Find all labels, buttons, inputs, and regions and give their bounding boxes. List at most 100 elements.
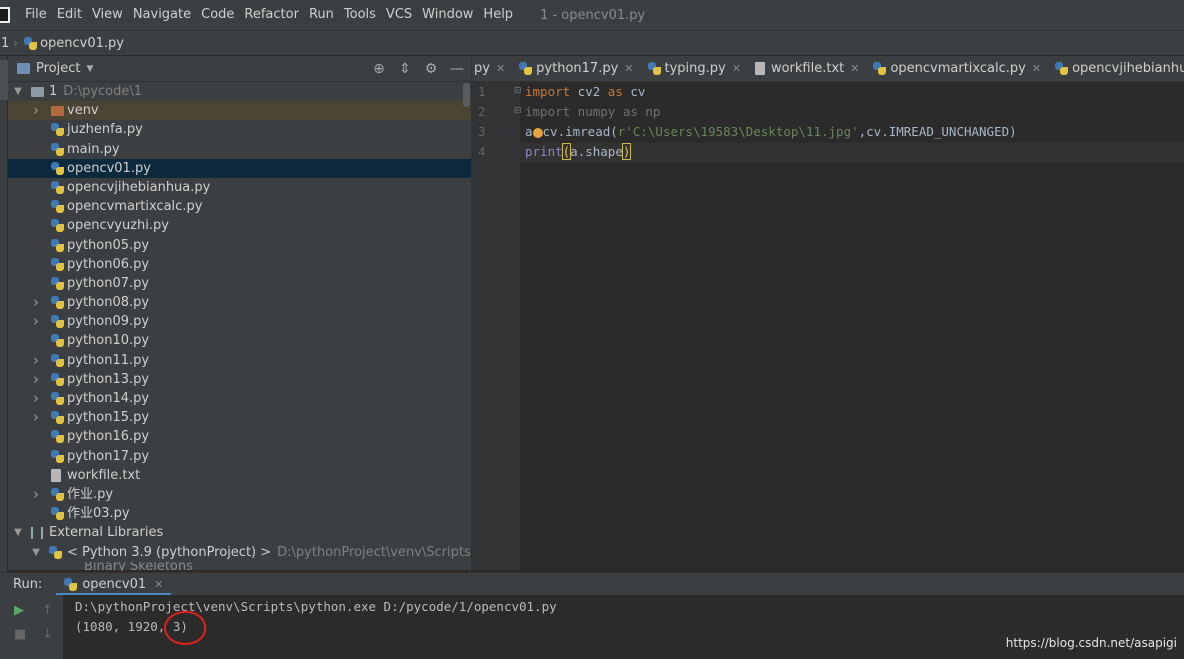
editor-tab-label: typing.py: [664, 60, 726, 76]
chevron-right-icon[interactable]: ›: [31, 408, 41, 427]
editor-tab[interactable]: opencvmartixcalc.py ✕: [866, 56, 1048, 81]
tree-item[interactable]: › python13.py: [8, 370, 471, 389]
chevron-down-icon[interactable]: ▼: [13, 523, 23, 542]
rerun-icon[interactable]: ▶: [14, 603, 24, 618]
tree-item[interactable]: opencvmartixcalc.py: [8, 197, 471, 216]
tree-item[interactable]: › venv: [8, 101, 471, 121]
chevron-right-icon[interactable]: ›: [31, 312, 41, 331]
code-token: ,cv.IMREAD_UNCHANGED): [858, 124, 1017, 139]
code-token: a.shape: [570, 144, 623, 159]
menu-run[interactable]: Run: [304, 0, 339, 30]
menu-navigate[interactable]: Navigate: [128, 0, 196, 30]
python-file-icon: [51, 430, 64, 444]
gear-icon[interactable]: ⚙: [423, 61, 439, 77]
chevron-down-icon[interactable]: ▼: [13, 82, 23, 101]
tree-item-label: venv: [67, 103, 99, 119]
lightbulb-icon[interactable]: [532, 127, 543, 138]
tree-item[interactable]: python07.py: [8, 274, 471, 293]
tree-item[interactable]: python06.py: [8, 255, 471, 274]
tree-item[interactable]: › python11.py: [8, 351, 471, 370]
tree-item-label: python05.py: [67, 237, 150, 253]
chevron-right-icon[interactable]: ›: [31, 389, 41, 408]
chevron-down-icon[interactable]: ▼: [31, 543, 41, 562]
tree-item[interactable]: workfile.txt: [8, 466, 471, 485]
text-file-icon: [754, 61, 765, 75]
chevron-right-icon[interactable]: ›: [31, 293, 41, 312]
project-view-title[interactable]: Project: [36, 61, 80, 76]
close-icon[interactable]: ✕: [850, 62, 859, 75]
code-line-2[interactable]: import numpy as np: [525, 102, 660, 122]
tree-item[interactable]: opencvjihebianhua.py: [8, 178, 471, 197]
project-tree: ▼ 1 D:\pycode\1 › venv juzhenfa.py main.py op…: [8, 82, 548, 571]
tree-item[interactable]: › python09.py: [8, 312, 471, 331]
tree-item-label: juzhenfa.py: [67, 122, 143, 138]
code-line-1[interactable]: import cv2 as cv: [525, 82, 645, 102]
chevron-right-icon[interactable]: ›: [31, 485, 41, 504]
tree-item-label: python07.py: [67, 275, 150, 291]
project-tool-window-button[interactable]: [0, 60, 8, 100]
menu-help[interactable]: Help: [478, 0, 518, 30]
close-icon[interactable]: ✕: [1032, 62, 1041, 75]
tree-item[interactable]: opencv01.py: [8, 158, 471, 178]
editor-tab[interactable]: typing.py ✕: [641, 56, 748, 81]
menu-code[interactable]: Code: [196, 0, 239, 30]
tree-item-label: 作业.py: [67, 486, 114, 502]
code-line-4[interactable]: print(a.shape): [525, 142, 632, 162]
up-arrow-icon[interactable]: ↑: [42, 603, 53, 618]
editor-tab[interactable]: workfile.txt ✕: [748, 56, 867, 81]
editor-tab[interactable]: py ✕: [472, 56, 512, 81]
tree-item[interactable]: › python08.py: [8, 293, 471, 312]
code-line-3[interactable]: a cv.imread(r'C:\Users\19583\Desktop\11.j…: [525, 122, 1017, 142]
tree-root-path: D:\pycode\1: [63, 84, 142, 99]
tree-python-sdk[interactable]: ▼ < Python 3.9 (pythonProject) > D:\python…: [8, 543, 548, 562]
window-title: 1 - opencv01.py: [540, 7, 646, 23]
python-file-icon: [51, 392, 64, 405]
editor-tab[interactable]: opencvjihebianhua.py✕: [1048, 56, 1184, 81]
menu-vcs[interactable]: VCS: [381, 0, 417, 30]
tree-binary-skeletons[interactable]: Binary Skeletons: [8, 562, 471, 571]
tree-item[interactable]: python16.py: [8, 427, 471, 446]
close-icon[interactable]: ✕: [496, 62, 505, 75]
tree-item[interactable]: python05.py: [8, 236, 471, 255]
locate-target-icon[interactable]: ⊕: [371, 61, 387, 77]
tree-root-row[interactable]: ▼ 1 D:\pycode\1: [8, 82, 471, 101]
tree-item-label: opencv01.py: [67, 160, 151, 176]
stop-icon[interactable]: ■: [14, 627, 26, 642]
close-icon[interactable]: ✕: [732, 62, 741, 75]
menu-view[interactable]: View: [87, 0, 128, 30]
line-number-gutter: 1 2 3 4 ⊟ ⊟: [472, 82, 522, 570]
tree-item[interactable]: 作业03.py: [8, 504, 471, 523]
tree-item[interactable]: juzhenfa.py: [8, 120, 471, 139]
left-tool-strip: [0, 56, 8, 659]
collapse-all-icon[interactable]: ⇕: [397, 61, 413, 77]
menu-window[interactable]: Window: [417, 0, 478, 30]
python-file-icon: [51, 507, 64, 521]
run-tab-opencv01[interactable]: opencv01 ✕: [56, 573, 172, 596]
menu-refactor[interactable]: Refactor: [239, 0, 304, 30]
tree-external-libraries[interactable]: ▼ External Libraries: [8, 523, 471, 542]
chevron-down-icon[interactable]: ▼: [86, 64, 93, 74]
editor-tab[interactable]: python17.py ✕: [512, 56, 640, 81]
tree-item[interactable]: › python15.py: [8, 408, 471, 427]
chevron-right-icon[interactable]: ›: [31, 370, 41, 389]
tree-item[interactable]: python17.py: [8, 447, 471, 466]
breadcrumb-root[interactable]: 1: [0, 36, 9, 51]
fold-marker-icon[interactable]: ⊟: [514, 106, 522, 116]
tree-vertical-scrollbar[interactable]: [463, 83, 470, 107]
menu-file[interactable]: File: [20, 0, 52, 30]
tree-item[interactable]: main.py: [8, 140, 471, 159]
tree-item[interactable]: › python14.py: [8, 389, 471, 408]
fold-marker-icon[interactable]: ⊟: [514, 86, 522, 96]
tree-item[interactable]: opencvyuzhi.py: [8, 216, 471, 235]
tree-item[interactable]: python10.py: [8, 331, 471, 350]
close-icon[interactable]: ✕: [154, 578, 163, 591]
minimize-icon[interactable]: —: [449, 61, 465, 77]
menu-tools[interactable]: Tools: [339, 0, 381, 30]
tree-item[interactable]: › 作业.py: [8, 485, 471, 504]
chevron-right-icon[interactable]: ›: [31, 101, 41, 120]
down-arrow-icon[interactable]: ↓: [42, 627, 53, 642]
menu-edit[interactable]: Edit: [52, 0, 87, 30]
close-icon[interactable]: ✕: [624, 62, 633, 75]
breadcrumb-file[interactable]: opencv01.py: [40, 36, 124, 51]
chevron-right-icon[interactable]: ›: [31, 351, 41, 370]
